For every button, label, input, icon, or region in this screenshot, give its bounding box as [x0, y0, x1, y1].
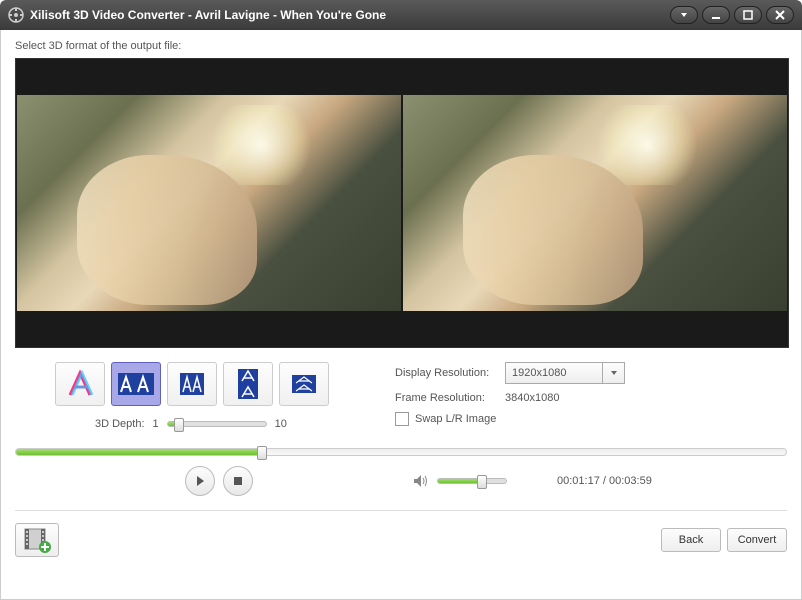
frame-resolution-value: 3840x1080 [505, 392, 559, 404]
swap-lr-label: Swap L/R Image [415, 413, 496, 425]
time-elapsed: 00:01:17 [557, 475, 600, 487]
depth-slider[interactable] [167, 421, 267, 427]
display-resolution-value: 1920x1080 [512, 367, 566, 379]
swap-lr-checkbox[interactable] [395, 412, 409, 426]
chevron-down-icon [602, 363, 624, 383]
preview-right-eye [403, 95, 787, 311]
depth-min: 1 [153, 418, 159, 430]
window-title: Xilisoft 3D Video Converter - Avril Lavi… [30, 8, 666, 22]
playback-timeline[interactable] [15, 448, 787, 456]
format-anaglyph-button[interactable] [55, 362, 105, 406]
convert-button[interactable]: Convert [727, 528, 787, 552]
menu-button[interactable] [670, 6, 698, 24]
titlebar: Xilisoft 3D Video Converter - Avril Lavi… [0, 0, 802, 30]
back-button[interactable]: Back [661, 528, 721, 552]
format-sidebyside-half-button[interactable] [167, 362, 217, 406]
app-icon [8, 7, 24, 23]
format-sidebyside-full-button[interactable] [111, 362, 161, 406]
maximize-button[interactable] [734, 6, 762, 24]
content-area: Select 3D format of the output file: [0, 30, 802, 600]
time-display: 00:01:17 / 00:03:59 [557, 475, 652, 487]
minimize-button[interactable] [702, 6, 730, 24]
format-topbottom-full-button[interactable] [223, 362, 273, 406]
display-resolution-dropdown[interactable]: 1920x1080 [505, 362, 625, 384]
instruction-label: Select 3D format of the output file: [15, 40, 787, 52]
depth-label: 3D Depth: [95, 418, 145, 430]
video-preview [15, 58, 789, 348]
format-button-group [55, 362, 395, 406]
depth-max: 10 [275, 418, 287, 430]
stop-button[interactable] [223, 466, 253, 496]
frame-resolution-label: Frame Resolution: [395, 392, 505, 404]
display-resolution-label: Display Resolution: [395, 367, 505, 379]
add-file-button[interactable] [15, 523, 59, 557]
close-button[interactable] [766, 6, 794, 24]
preview-left-eye [17, 95, 401, 311]
volume-icon[interactable] [413, 474, 429, 488]
format-topbottom-half-button[interactable] [279, 362, 329, 406]
volume-slider[interactable] [437, 478, 507, 484]
play-button[interactable] [185, 466, 215, 496]
time-total: 00:03:59 [609, 475, 652, 487]
